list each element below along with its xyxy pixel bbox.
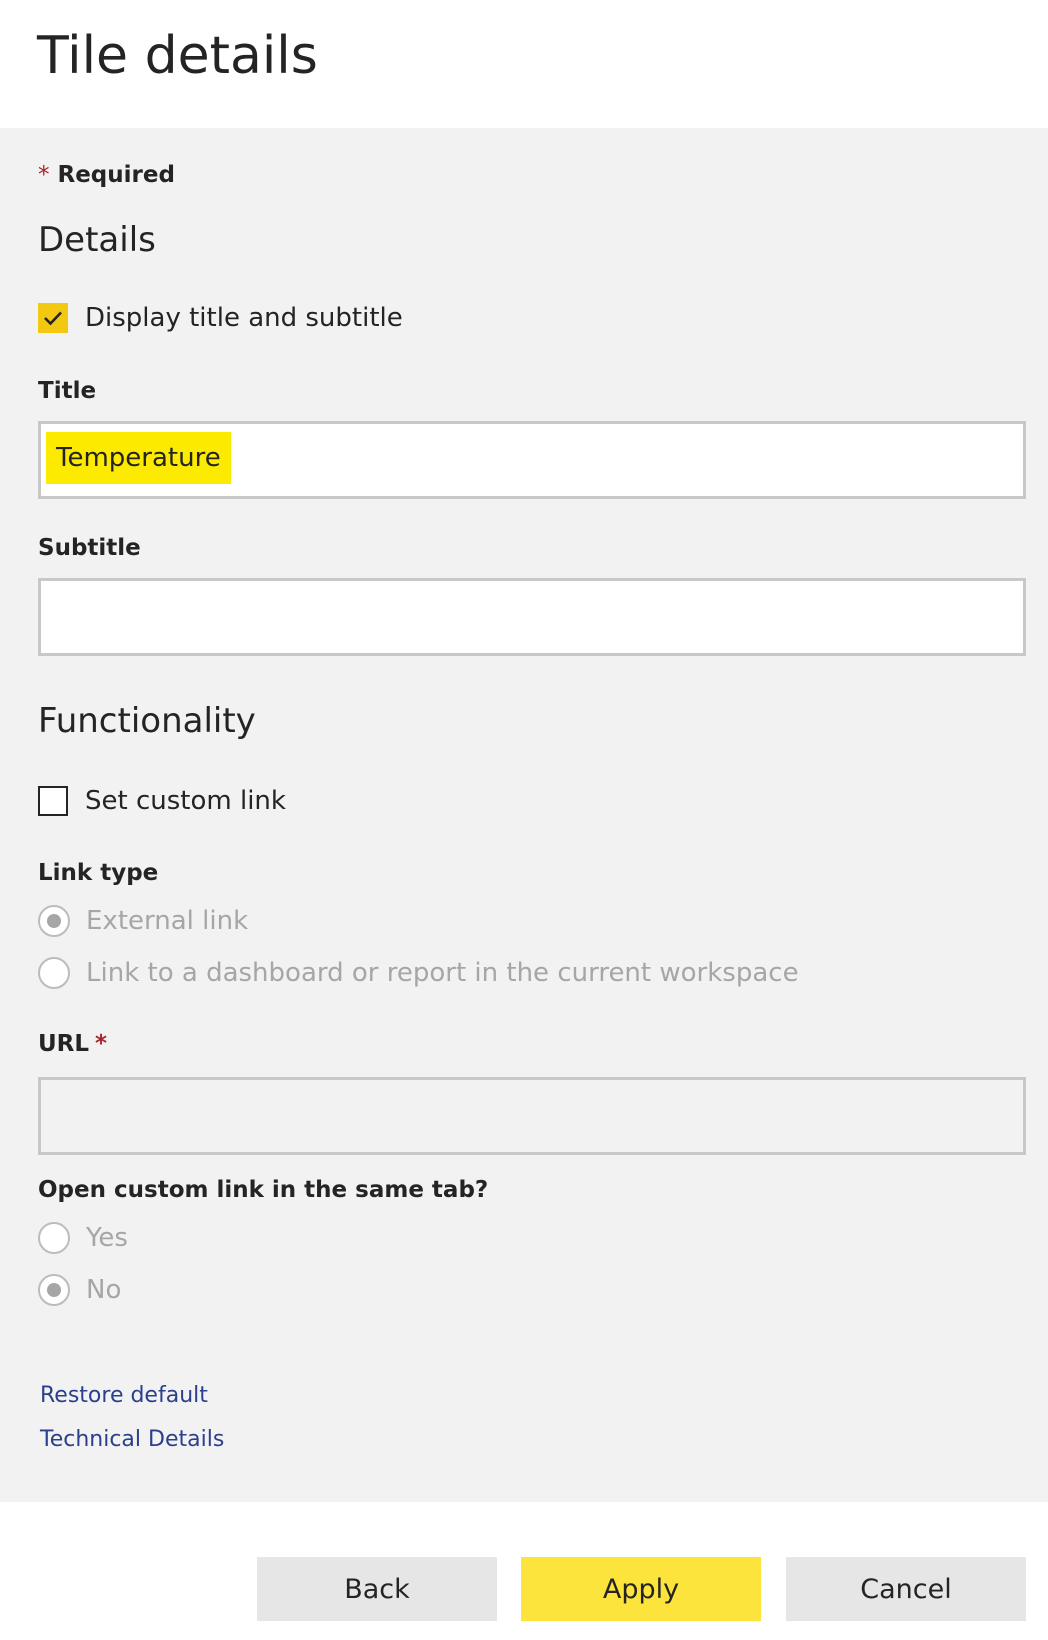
required-label: Required (57, 162, 175, 188)
back-button[interactable]: Back (257, 1557, 497, 1621)
title-value-highlight: Temperature (46, 432, 231, 484)
url-required-star: * (95, 1031, 108, 1057)
link-type-label: Link type (38, 860, 159, 886)
same-tab-yes-option[interactable]: Yes (38, 1220, 128, 1256)
radio-selected-dot (47, 1283, 61, 1297)
page-title: Tile details (37, 26, 318, 86)
restore-default-link[interactable]: Restore default (40, 1383, 208, 1408)
same-tab-yes-label: Yes (86, 1223, 128, 1253)
same-tab-yes-radio[interactable] (38, 1222, 70, 1254)
display-title-subtitle-checkbox[interactable] (38, 303, 68, 333)
tile-details-page: Tile details * Required Details Display t… (0, 0, 1048, 1640)
set-custom-link-label: Set custom link (85, 786, 286, 816)
display-title-subtitle-option[interactable]: Display title and subtitle (38, 301, 403, 335)
header: Tile details (0, 0, 1048, 128)
same-tab-no-option[interactable]: No (38, 1272, 121, 1308)
details-heading: Details (38, 220, 156, 260)
technical-details-link[interactable]: Technical Details (40, 1427, 224, 1452)
apply-button[interactable]: Apply (521, 1557, 761, 1621)
set-custom-link-option[interactable]: Set custom link (38, 784, 286, 818)
same-tab-label: Open custom link in the same tab? (38, 1177, 489, 1203)
external-link-radio[interactable] (38, 905, 70, 937)
required-star: * (38, 162, 50, 188)
external-link-option[interactable]: External link (38, 903, 248, 939)
functionality-heading: Functionality (38, 701, 256, 741)
external-link-label: External link (86, 906, 249, 936)
required-note: * Required (38, 162, 175, 188)
subtitle-input[interactable] (38, 578, 1026, 656)
radio-selected-dot (47, 914, 61, 928)
url-label-text: URL (38, 1031, 90, 1057)
set-custom-link-checkbox[interactable] (38, 786, 68, 816)
cancel-button[interactable]: Cancel (786, 1557, 1026, 1621)
same-tab-no-radio[interactable] (38, 1274, 70, 1306)
display-title-subtitle-label: Display title and subtitle (85, 303, 403, 333)
dashboard-link-radio[interactable] (38, 957, 70, 989)
same-tab-no-label: No (86, 1275, 122, 1305)
dashboard-link-option[interactable]: Link to a dashboard or report in the cur… (38, 955, 799, 991)
url-input[interactable] (38, 1077, 1026, 1155)
subtitle-label: Subtitle (38, 535, 141, 561)
checkmark-icon (44, 311, 62, 326)
dashboard-link-label: Link to a dashboard or report in the cur… (86, 958, 799, 988)
url-label: URL * (38, 1031, 107, 1057)
title-label: Title (38, 378, 97, 404)
